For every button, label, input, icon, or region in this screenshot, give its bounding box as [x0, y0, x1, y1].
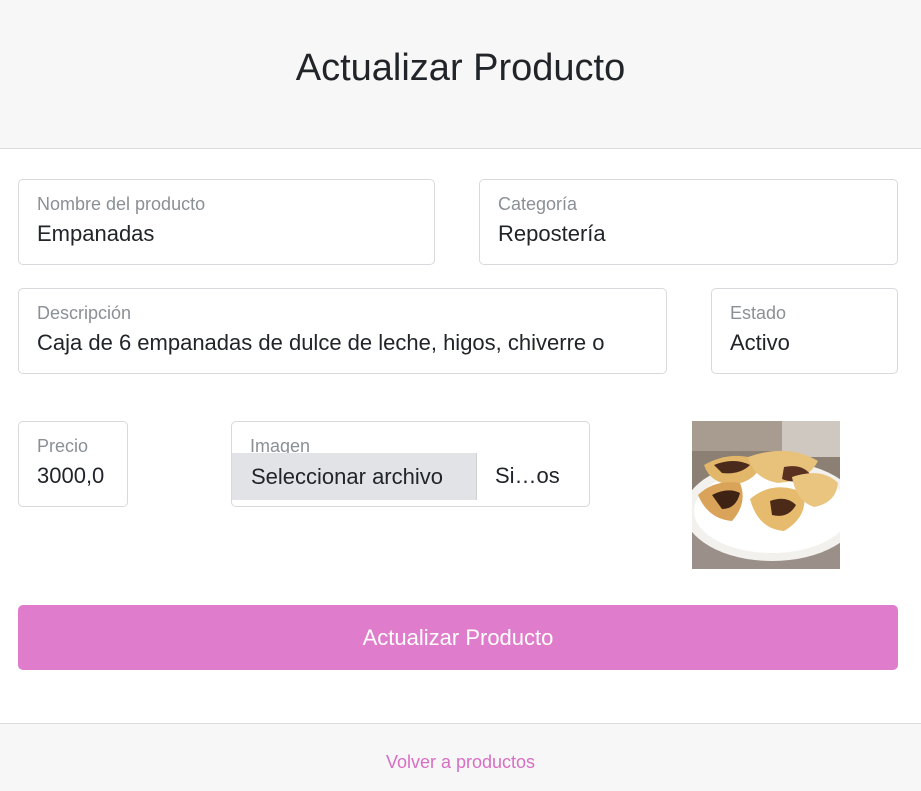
file-status-text: Si…os [495, 463, 560, 488]
price-input[interactable]: 3000,0 [37, 463, 117, 489]
status-field[interactable]: Estado Activo [711, 288, 898, 374]
category-label: Categoría [498, 194, 578, 214]
description-input[interactable]: Caja de 6 empanadas de dulce de leche, h… [37, 330, 656, 356]
price-field[interactable]: Precio 3000,0 [18, 421, 128, 507]
status-select[interactable]: Activo [730, 330, 887, 356]
description-field[interactable]: Descripción Caja de 6 empanadas de dulce… [18, 288, 667, 374]
image-field[interactable]: Imagen Seleccionar archivo Si…os [231, 421, 590, 507]
card-header: Actualizar Producto [0, 0, 921, 149]
category-field[interactable]: Categoría Repostería [479, 179, 898, 265]
description-label: Descripción [37, 303, 132, 323]
price-label: Precio [37, 436, 89, 456]
product-name-input[interactable]: Empanadas [37, 221, 424, 247]
product-image-preview [692, 421, 840, 569]
choose-file-button[interactable]: Seleccionar archivo [232, 453, 477, 500]
back-to-products-link[interactable]: Volver a productos [386, 752, 535, 773]
product-name-label: Nombre del producto [37, 194, 206, 214]
product-name-field[interactable]: Nombre del producto Empanadas [18, 179, 435, 265]
page-title: Actualizar Producto [295, 46, 626, 89]
update-product-button[interactable]: Actualizar Producto [18, 605, 898, 670]
category-input[interactable]: Repostería [498, 221, 887, 247]
card-footer: Volver a productos [0, 723, 921, 791]
status-label: Estado [730, 303, 787, 323]
